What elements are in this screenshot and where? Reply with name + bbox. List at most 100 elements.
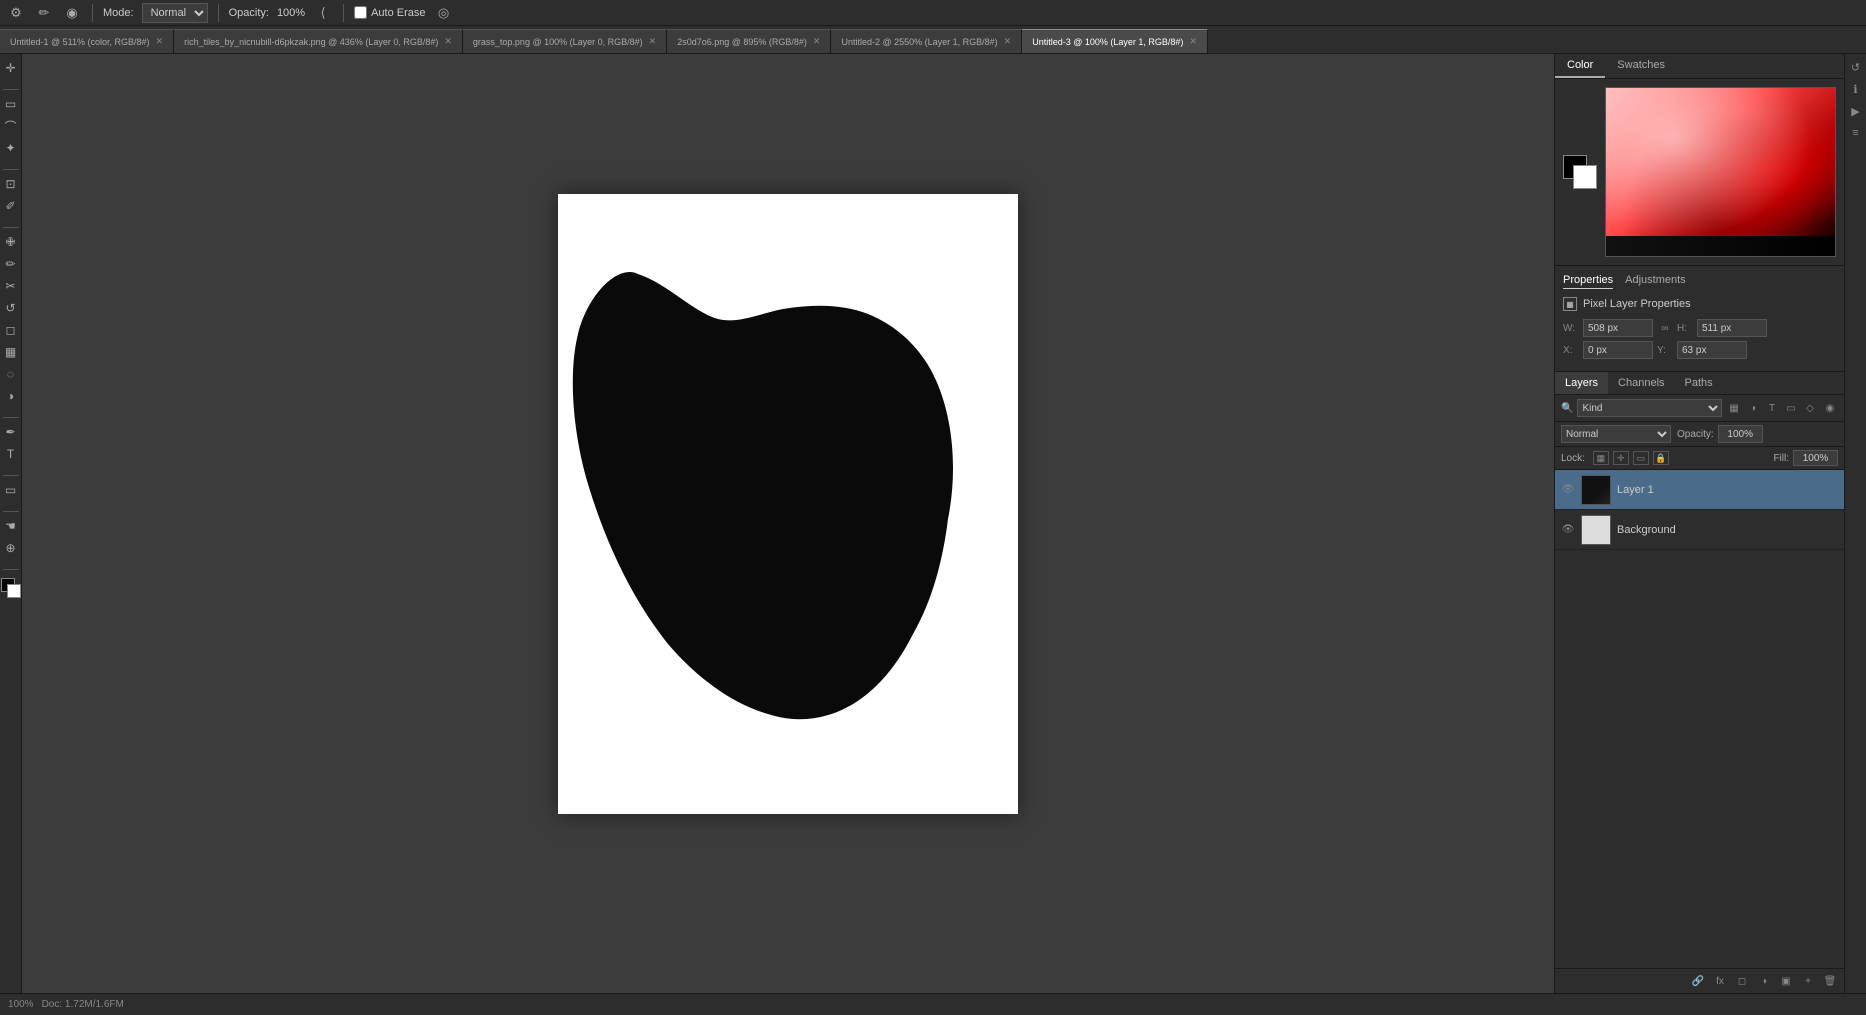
link-icon[interactable]: ∞: [1657, 320, 1673, 336]
actions-panel-icon[interactable]: ▶: [1847, 102, 1865, 120]
filter-pixel-icon[interactable]: ▦: [1726, 400, 1742, 416]
new-fill-icon[interactable]: ◑: [1756, 973, 1772, 989]
width-input[interactable]: [1583, 319, 1653, 337]
erase-icon[interactable]: ◎: [434, 3, 454, 23]
filter-toggle[interactable]: ◉: [1822, 400, 1838, 416]
doc-size: Doc: 1.72M/1.6FM: [42, 999, 124, 1010]
right-panel: Color Swatches Properties: [1554, 54, 1844, 993]
brush-preset-icon[interactable]: ◉: [62, 3, 82, 23]
tab-4[interactable]: Untitled-2 @ 2550% (Layer 1, RGB/8#) ✕: [831, 29, 1022, 53]
tool-sep-2: [3, 162, 19, 170]
color-panel-tabs: Color Swatches: [1555, 54, 1844, 79]
delete-layer-icon[interactable]: 🗑: [1822, 973, 1838, 989]
hand-tool[interactable]: ☚: [1, 516, 21, 536]
zoom-tool[interactable]: ⊕: [1, 538, 21, 558]
add-style-icon[interactable]: fx: [1712, 973, 1728, 989]
tab-paths[interactable]: Paths: [1675, 372, 1723, 394]
lock-position-icon[interactable]: ✛: [1613, 451, 1629, 465]
filter-shape-icon[interactable]: ▭: [1783, 400, 1799, 416]
fill-input[interactable]: [1793, 450, 1838, 466]
auto-erase-input[interactable]: [354, 6, 367, 19]
tab-swatches[interactable]: Swatches: [1605, 54, 1677, 78]
new-layer-icon[interactable]: +: [1800, 973, 1816, 989]
brush-tool[interactable]: ✏: [1, 254, 21, 274]
add-mask-icon[interactable]: ◻: [1734, 973, 1750, 989]
new-group-icon[interactable]: ▣: [1778, 973, 1794, 989]
tab-3-close[interactable]: ✕: [813, 36, 821, 47]
gradient-tool[interactable]: ▦: [1, 342, 21, 362]
wand-tool[interactable]: ✦: [1, 138, 21, 158]
opacity-input[interactable]: [1718, 425, 1763, 443]
tool-options-icon[interactable]: ⚙: [6, 3, 26, 23]
crop-tool[interactable]: ⊡: [1, 174, 21, 194]
tab-properties[interactable]: Properties: [1563, 274, 1613, 289]
tab-2-close[interactable]: ✕: [649, 36, 657, 47]
toolbar-sep-3: [343, 4, 344, 22]
canvas-document[interactable]: [558, 194, 1018, 814]
tab-1[interactable]: rich_tiles_by_nicnubill-d6pkzak.png @ 43…: [174, 29, 463, 53]
layer-kind-select[interactable]: Kind: [1577, 399, 1722, 417]
shape-tool[interactable]: ▭: [1, 480, 21, 500]
history-tool[interactable]: ↺: [1, 298, 21, 318]
move-tool[interactable]: ✛: [1, 58, 21, 78]
tab-0-close[interactable]: ✕: [156, 36, 164, 47]
tab-1-close[interactable]: ✕: [444, 36, 452, 47]
tab-0-label: Untitled-1 @ 511% (color, RGB/8#): [10, 37, 150, 47]
clone-tool[interactable]: ✂: [1, 276, 21, 296]
tab-channels[interactable]: Channels: [1608, 372, 1674, 394]
tab-3[interactable]: 2s0d7o6.png @ 895% (RGB/8#) ✕: [667, 29, 831, 53]
history-panel-icon[interactable]: ↺: [1847, 58, 1865, 76]
lock-all-icon[interactable]: 🔒: [1653, 451, 1669, 465]
eyedropper-tool[interactable]: ✐: [1, 196, 21, 216]
filter-type-icon[interactable]: T: [1764, 400, 1780, 416]
info-panel-icon[interactable]: ℹ: [1847, 80, 1865, 98]
opacity-adjust-icon[interactable]: ⟨: [313, 3, 333, 23]
mode-select[interactable]: Normal: [142, 3, 208, 23]
align-panel-icon[interactable]: ≡: [1847, 124, 1865, 142]
brush-icon[interactable]: ✏: [34, 3, 54, 23]
color-spectrum[interactable]: [1605, 87, 1836, 257]
x-input[interactable]: [1583, 341, 1653, 359]
tab-adjustments[interactable]: Adjustments: [1625, 274, 1686, 289]
tab-5-close[interactable]: ✕: [1189, 36, 1197, 47]
background-visibility[interactable]: 👁: [1561, 523, 1575, 537]
blend-mode-select[interactable]: Normal: [1561, 425, 1671, 443]
toolbar-sep-2: [218, 4, 219, 22]
background-swatch[interactable]: [1573, 165, 1597, 189]
dodge-tool[interactable]: ◑: [1, 386, 21, 406]
link-layers-icon[interactable]: 🔗: [1690, 973, 1706, 989]
color-swatches-pair[interactable]: [1563, 155, 1597, 189]
heal-tool[interactable]: ✙: [1, 232, 21, 252]
vertical-panel-icons: ↺ ℹ ▶ ≡: [1844, 54, 1866, 993]
layer-1-visibility[interactable]: 👁: [1561, 483, 1575, 497]
height-input[interactable]: [1697, 319, 1767, 337]
tab-5[interactable]: Untitled-3 @ 100% (Layer 1, RGB/8#) ✕: [1022, 29, 1208, 53]
tab-2-label: grass_top.png @ 100% (Layer 0, RGB/8#): [473, 37, 643, 47]
filter-adjust-icon[interactable]: ◑: [1745, 400, 1761, 416]
lasso-tool[interactable]: ⌒: [1, 116, 21, 136]
layers-blend-bar: Normal Opacity:: [1555, 422, 1844, 447]
foreground-color[interactable]: [1, 578, 21, 598]
lock-pixels-icon[interactable]: ▦: [1593, 451, 1609, 465]
tool-sep-1: [3, 82, 19, 90]
toolbar-sep-1: [92, 4, 93, 22]
tab-0[interactable]: Untitled-1 @ 511% (color, RGB/8#) ✕: [0, 29, 174, 53]
eraser-tool[interactable]: ◻: [1, 320, 21, 340]
lock-artboard-icon[interactable]: ▭: [1633, 451, 1649, 465]
tab-layers[interactable]: Layers: [1555, 372, 1608, 394]
text-tool[interactable]: T: [1, 444, 21, 464]
tab-4-label: Untitled-2 @ 2550% (Layer 1, RGB/8#): [841, 37, 997, 47]
blur-tool[interactable]: ◌: [1, 364, 21, 384]
y-input[interactable]: [1677, 341, 1747, 359]
filter-smart-icon[interactable]: ◇: [1802, 400, 1818, 416]
tab-2[interactable]: grass_top.png @ 100% (Layer 0, RGB/8#) ✕: [463, 29, 667, 53]
properties-header: ▦ Pixel Layer Properties: [1563, 297, 1836, 311]
pen-tool[interactable]: ✒: [1, 422, 21, 442]
tab-4-close[interactable]: ✕: [1004, 36, 1012, 47]
tab-color[interactable]: Color: [1555, 54, 1605, 78]
layer-item-background[interactable]: 👁 Background: [1555, 510, 1844, 550]
layer-item-1[interactable]: 👁 Layer 1: [1555, 470, 1844, 510]
y-label: Y:: [1657, 345, 1673, 356]
select-tool[interactable]: ▭: [1, 94, 21, 114]
auto-erase-checkbox[interactable]: Auto Erase: [354, 6, 425, 19]
